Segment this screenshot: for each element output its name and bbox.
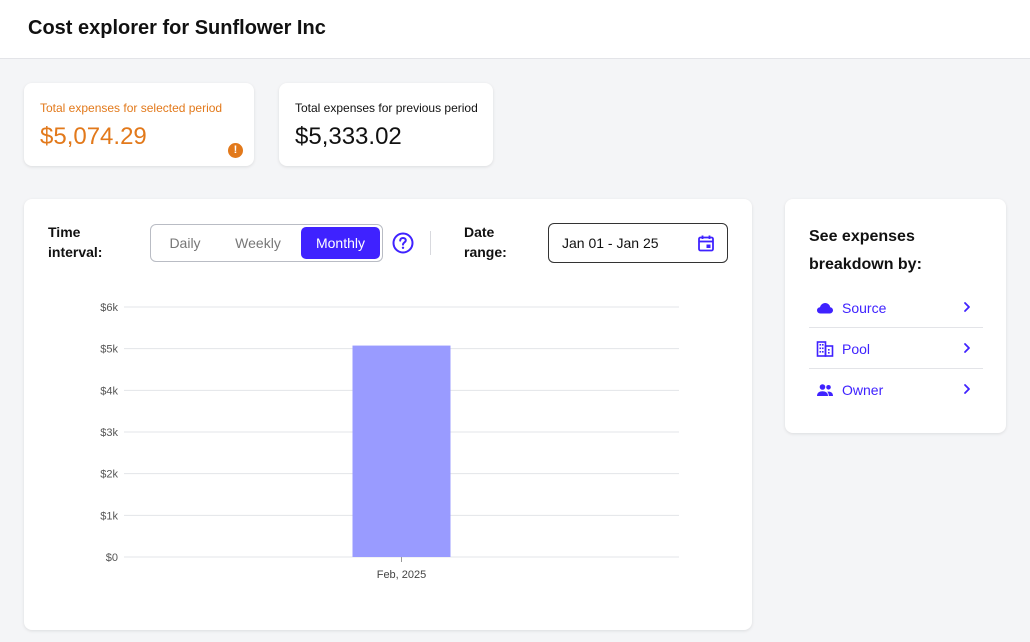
y-tick-label: $6k <box>100 302 118 314</box>
people-icon <box>817 384 833 396</box>
top-bar: Cost explorer for Sunflower Inc <box>0 0 1030 59</box>
breakdown-item-source[interactable]: Source <box>809 287 983 328</box>
selected-period-value: $5,074.29 <box>40 123 147 150</box>
page-title: Cost explorer for Sunflower Inc <box>28 17 326 39</box>
y-tick-label: $3k <box>100 427 118 439</box>
breakdown-item-label: Owner <box>842 382 884 398</box>
breakdown-item-label: Pool <box>842 341 871 357</box>
chevron-right-icon <box>964 302 970 312</box>
y-tick-label: $1k <box>100 510 118 522</box>
chevron-right-icon <box>964 384 970 394</box>
chart-card: Time interval: Daily Weekly Monthly Date… <box>24 199 752 630</box>
selected-period-card: Total expenses for selected period $5,07… <box>24 83 254 166</box>
y-tick-label: $0 <box>106 552 118 564</box>
selected-period-label: Total expenses for selected period <box>40 101 223 115</box>
breakdown-title: See expenses breakdown by: <box>809 228 922 273</box>
x-tick-label: Feb, 2025 <box>377 569 427 581</box>
previous-period-value: $5,333.02 <box>295 123 402 150</box>
previous-period-label: Total expenses for previous period <box>295 101 478 115</box>
breakdown-item-label: Source <box>842 300 887 316</box>
cloud-icon <box>817 303 833 314</box>
breakdown-card: See expenses breakdown by: Source Pool O… <box>785 199 1006 433</box>
bar <box>352 345 451 557</box>
exclamation-circle-icon[interactable]: ! <box>228 143 243 158</box>
chevron-right-icon <box>964 343 970 353</box>
expenses-bar-chart: $0 $1k $2k $3k $4k $5k $6k Feb, 2025 <box>100 302 679 581</box>
y-tick-label: $4k <box>100 385 118 397</box>
breakdown-item-owner[interactable]: Owner <box>809 369 983 410</box>
y-tick-label: $5k <box>100 344 118 356</box>
breakdown-item-pool[interactable]: Pool <box>809 328 983 369</box>
building-icon <box>816 341 834 357</box>
y-tick-label: $2k <box>100 469 118 481</box>
previous-period-card: Total expenses for previous period $5,33… <box>279 83 493 166</box>
